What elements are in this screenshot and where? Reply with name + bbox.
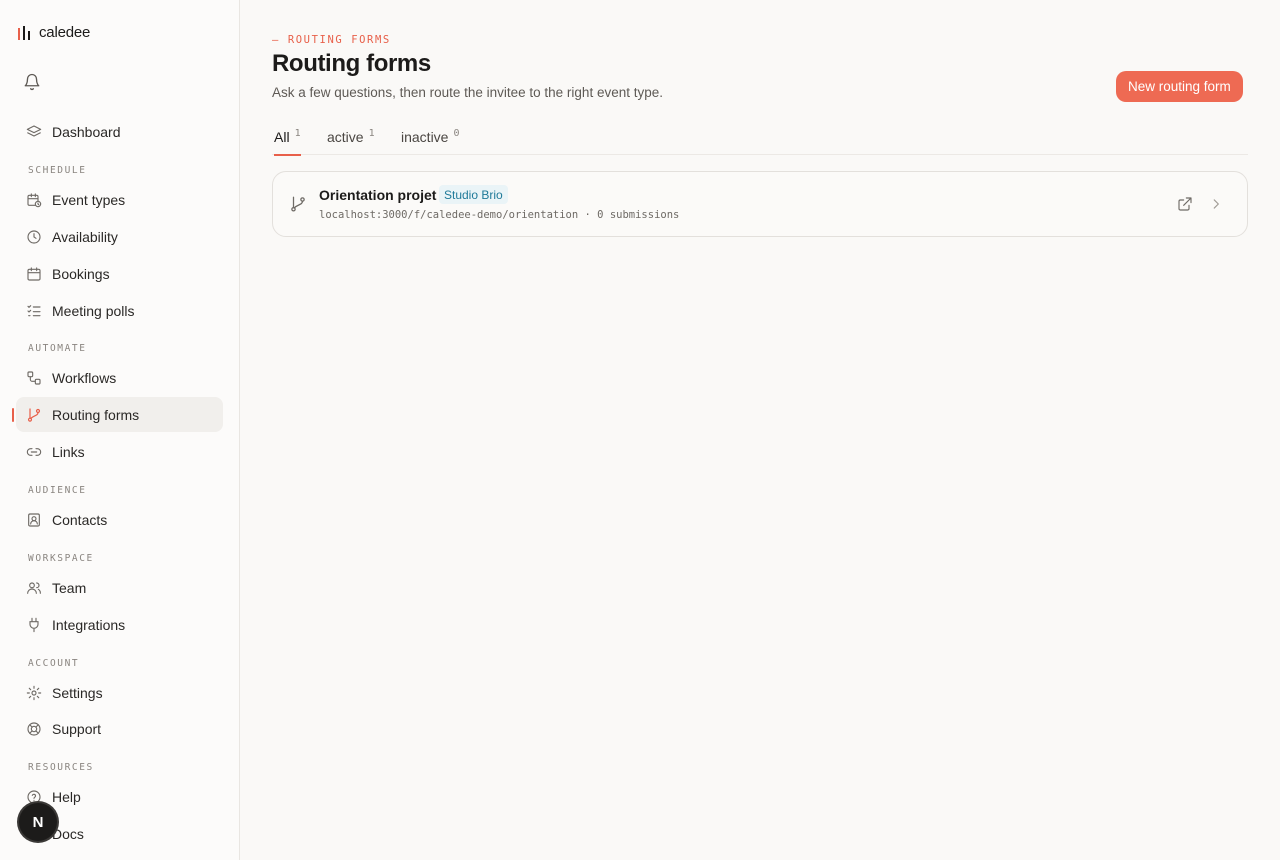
sidebar-item-label: Support <box>52 720 102 737</box>
external-link-icon[interactable] <box>1177 196 1193 212</box>
sidebar-item-label: Routing forms <box>52 406 140 423</box>
bell-icon[interactable] <box>23 73 41 91</box>
tab-all[interactable]: All 1 <box>274 118 301 156</box>
app-name: caledee <box>39 24 91 41</box>
sidebar-item-label: Links <box>52 443 85 460</box>
sidebar: caledee Dashboard SCHEDULE Event types A… <box>0 0 240 860</box>
form-submissions: 0 submissions <box>597 209 680 221</box>
workflow-icon <box>27 370 41 385</box>
sidebar-item-label: Availability <box>52 228 118 245</box>
dev-tools-badge[interactable]: N <box>19 803 57 841</box>
sidebar-item-support[interactable]: Support <box>16 711 223 746</box>
tab-label: inactive <box>401 128 449 145</box>
plug-icon <box>29 617 39 632</box>
nav-section-account: ACCOUNT <box>28 658 80 669</box>
form-title: Orientation projet <box>319 187 437 203</box>
calendar-clock-icon <box>27 192 42 207</box>
nav-section-schedule: SCHEDULE <box>28 165 87 176</box>
git-branch-icon <box>289 195 307 213</box>
sidebar-item-integrations[interactable]: Integrations <box>16 607 223 642</box>
tab-count: 0 <box>453 128 460 139</box>
sidebar-item-dashboard[interactable]: Dashboard <box>16 114 223 149</box>
sidebar-item-label: Integrations <box>52 616 126 633</box>
sidebar-item-label: Help <box>52 788 81 805</box>
sidebar-item-label: Contacts <box>52 511 108 528</box>
tab-label: All <box>274 128 290 145</box>
nav-section-workspace: WORKSPACE <box>28 553 94 564</box>
sidebar-item-settings[interactable]: Settings <box>16 675 223 710</box>
git-branch-icon <box>27 407 41 422</box>
sidebar-item-workflows[interactable]: Workflows <box>16 360 223 395</box>
tab-active[interactable]: active 1 <box>327 118 375 155</box>
tab-count: 1 <box>368 128 375 139</box>
sidebar-item-event-types[interactable]: Event types <box>16 182 223 217</box>
gear-icon <box>26 685 42 700</box>
sidebar-item-label: Dashboard <box>52 123 121 140</box>
sidebar-item-contacts[interactable]: Contacts <box>16 502 223 537</box>
nav-section-audience: AUDIENCE <box>28 485 87 496</box>
sidebar-item-label: Team <box>52 579 87 596</box>
calendar-icon <box>27 266 41 281</box>
clock-icon <box>27 229 41 244</box>
sidebar-item-label: Meeting polls <box>52 302 135 319</box>
sidebar-item-routing-forms[interactable]: Routing forms <box>12 397 223 432</box>
contact-icon <box>28 512 40 527</box>
new-routing-form-button[interactable]: New routing form <box>1116 71 1243 102</box>
sidebar-item-label: Settings <box>52 684 103 701</box>
sidebar-item-team[interactable]: Team <box>16 570 223 605</box>
team-badge: Studio Brio <box>439 185 508 204</box>
link-icon <box>26 447 42 456</box>
form-url: localhost:3000/f/caledee-demo/orientatio… <box>319 209 579 221</box>
sidebar-item-label: Workflows <box>52 369 117 386</box>
logo-mark-icon <box>18 25 30 40</box>
sidebar-item-links[interactable]: Links <box>16 434 223 469</box>
page-eyebrow: — ROUTING FORMS <box>272 34 391 46</box>
layers-icon <box>26 124 42 137</box>
sidebar-item-availability[interactable]: Availability <box>16 219 223 254</box>
tab-inactive[interactable]: inactive 0 <box>401 118 460 155</box>
sidebar-item-label: Docs <box>52 825 84 842</box>
nav-section-resources: RESOURCES <box>28 762 94 773</box>
filter-tabs: All 1 active 1 inactive 0 <box>272 118 1248 156</box>
sidebar-item-label: Event types <box>52 191 126 208</box>
sidebar-item-label: Bookings <box>52 265 110 282</box>
tab-label: active <box>327 128 364 145</box>
list-checks-icon <box>27 304 41 316</box>
page-title: Routing forms <box>272 50 431 77</box>
nav-section-automate: AUTOMATE <box>28 343 87 354</box>
chevron-right-icon[interactable] <box>1209 197 1223 211</box>
life-buoy-icon <box>27 721 41 736</box>
sidebar-item-meeting-polls[interactable]: Meeting polls <box>16 293 223 328</box>
form-meta: localhost:3000/f/caledee-demo/orientatio… <box>319 209 679 221</box>
tab-count: 1 <box>294 128 301 139</box>
meta-separator: · <box>584 209 591 221</box>
page-subtitle: Ask a few questions, then route the invi… <box>272 85 663 100</box>
sidebar-item-bookings[interactable]: Bookings <box>16 256 223 291</box>
users-icon <box>27 581 41 594</box>
main-content: — ROUTING FORMS Routing forms Ask a few … <box>240 0 1280 860</box>
routing-form-card[interactable]: Orientation projet Studio Brio localhost… <box>272 171 1248 237</box>
app-logo[interactable]: caledee <box>18 24 90 41</box>
